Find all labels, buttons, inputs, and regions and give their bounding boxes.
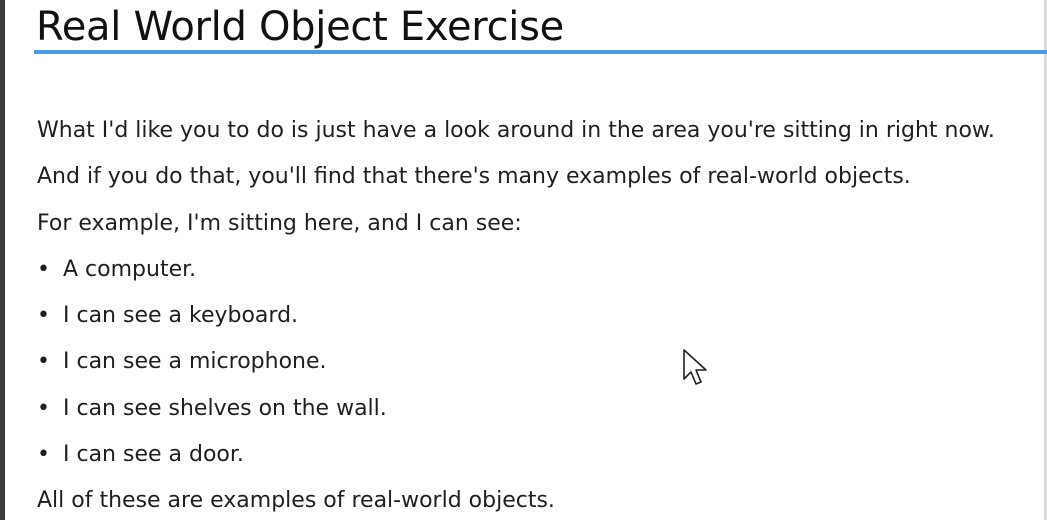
list-item: • A computer. <box>37 247 1042 293</box>
closing-paragraph: All of these are examples of real-world … <box>37 488 555 514</box>
list-item-text: I can see a microphone. <box>63 349 327 375</box>
mouse-pointer-icon <box>683 349 707 385</box>
lead-in-paragraph: For example, I'm sitting here, and I can… <box>37 210 522 236</box>
list-item-text: A computer. <box>63 256 197 282</box>
bullet-icon: • <box>37 256 50 282</box>
bullet-icon: • <box>37 349 50 375</box>
objects-list: • A computer. • I can see a keyboard. • … <box>37 247 1042 478</box>
list-item: • I can see a keyboard. <box>37 293 1042 339</box>
bullet-icon: • <box>37 303 50 329</box>
bullet-icon: • <box>37 442 50 468</box>
list-item: • I can see a door. <box>37 432 1042 478</box>
list-item-text: I can see a keyboard. <box>63 303 299 329</box>
slide-title: Real World Object Exercise <box>36 4 564 50</box>
list-item: • I can see shelves on the wall. <box>37 386 1042 432</box>
examples-paragraph: And if you do that, you'll find that the… <box>37 164 911 190</box>
bullet-icon: • <box>37 395 50 421</box>
slide-body: What I'd like you to do is just have a l… <box>37 108 1042 525</box>
title-underline <box>34 50 1047 54</box>
list-item: • I can see a microphone. <box>37 339 1042 385</box>
intro-paragraph: What I'd like you to do is just have a l… <box>37 118 995 143</box>
window-left-edge <box>0 0 5 520</box>
list-item-text: I can see a door. <box>63 442 244 468</box>
list-item-text: I can see shelves on the wall. <box>63 395 387 421</box>
